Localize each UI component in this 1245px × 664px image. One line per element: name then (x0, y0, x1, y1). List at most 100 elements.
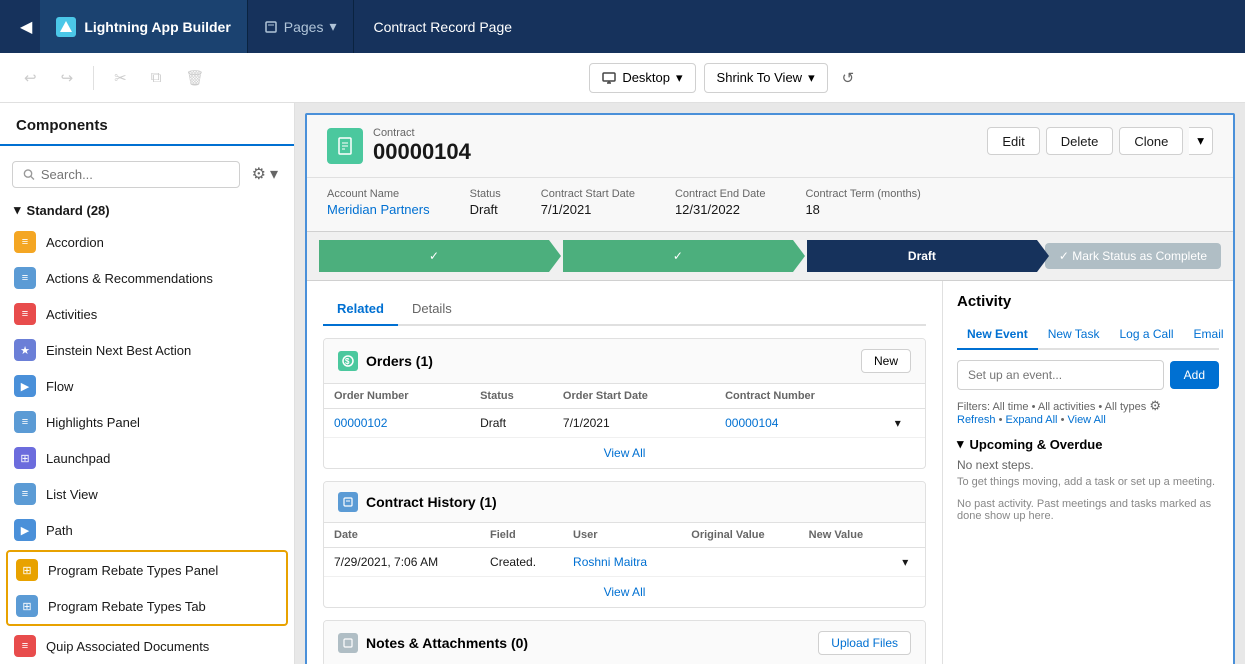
app-title: Lightning App Builder (84, 19, 230, 35)
flow-label: Flow (46, 379, 73, 394)
refresh-button[interactable]: ↺ (836, 63, 861, 93)
contract-number: 00000104 (373, 139, 471, 165)
history-row-1: 7/29/2021, 7:06 AM Created. Roshni Maitr… (324, 548, 925, 577)
orders-new-button[interactable]: New (861, 349, 911, 373)
listview-label: List View (46, 487, 98, 502)
hist-field-1: Created. (480, 548, 563, 577)
sidebar-item-flow[interactable]: ▶ Flow (0, 368, 294, 404)
orders-col-startdate: Order Start Date (553, 384, 715, 409)
notes-card: Notes & Attachments (0) Upload Files (323, 620, 926, 664)
orders-view-all[interactable]: View All (324, 438, 925, 468)
search-row: ⚙ ▾ (0, 156, 294, 192)
standard-section-header[interactable]: ▾ Standard (28) (0, 196, 294, 224)
filter-gear-icon[interactable]: ⚙ (1149, 398, 1161, 413)
einstein-label: Einstein Next Best Action (46, 343, 191, 358)
order-contract-1[interactable]: 00000104 (715, 409, 885, 438)
hist-row-actions-1[interactable]: ▾ (892, 548, 925, 577)
hist-col-field: Field (480, 523, 563, 548)
shrink-dropdown[interactable]: Shrink To View ▾ (704, 63, 828, 93)
upload-files-button[interactable]: Upload Files (818, 631, 911, 655)
launchpad-icon: ⊞ (14, 447, 36, 469)
history-view-all[interactable]: View All (324, 577, 925, 607)
contract-header: Contract 00000104 Edit Delete Clone ▾ (307, 115, 1233, 178)
desktop-dropdown[interactable]: Desktop ▾ (589, 63, 695, 93)
standard-label: Standard (28) (27, 203, 110, 218)
back-button[interactable]: ◀ (12, 9, 40, 45)
hist-user-1[interactable]: Roshni Maitra (563, 548, 681, 577)
app-builder-tab[interactable]: Lightning App Builder (40, 0, 247, 53)
copy-button[interactable]: ⧉ (143, 63, 170, 92)
filters-label: Filters: All time • All activities • All… (957, 401, 1149, 413)
sidebar-item-rebate-tab[interactable]: ⊞ Program Rebate Types Tab (8, 588, 286, 624)
view-all-link[interactable]: View All (1067, 414, 1105, 426)
sidebar-item-path[interactable]: ▶ Path (0, 512, 294, 548)
sidebar-item-rebate-panel[interactable]: ⊞ Program Rebate Types Panel (8, 552, 286, 588)
undo-button[interactable]: ↩ (16, 63, 45, 93)
sidebar-item-highlights[interactable]: ≡ Highlights Panel (0, 404, 294, 440)
status-label: Status (470, 188, 501, 200)
order-number-1[interactable]: 00000102 (324, 409, 470, 438)
path-check-1: ✓ (429, 249, 439, 263)
event-input[interactable] (957, 360, 1164, 390)
edit-button[interactable]: Edit (987, 127, 1039, 155)
refresh-link[interactable]: Refresh (957, 414, 996, 426)
path-step-2[interactable]: ✓ (563, 240, 793, 272)
filters-row: Filters: All time • All activities • All… (957, 398, 1219, 426)
contract-actions: Edit Delete Clone ▾ (987, 127, 1213, 155)
gear-button[interactable]: ⚙ ▾ (248, 160, 282, 188)
orders-table: Order Number Status Order Start Date Con… (324, 384, 925, 438)
notes-title: Notes & Attachments (0) (366, 635, 528, 651)
accordion-label: Accordion (46, 235, 104, 250)
launchpad-label: Launchpad (46, 451, 110, 466)
activity-tab-call[interactable]: Log a Call (1109, 320, 1183, 350)
activity-section: Activity New Event New Task Log a Call E… (943, 281, 1233, 664)
tab-related[interactable]: Related (323, 293, 398, 326)
mark-complete-button[interactable]: ✓ Mark Status as Complete (1045, 243, 1221, 269)
add-event-button[interactable]: Add (1170, 361, 1219, 389)
status-value: Draft (470, 202, 501, 217)
order-row-actions-1[interactable]: ▾ (885, 409, 925, 438)
desktop-chevron: ▾ (676, 70, 683, 86)
orders-col-number: Order Number (324, 384, 470, 409)
pages-tab[interactable]: Pages ▾ (248, 0, 354, 53)
expand-all-link[interactable]: Expand All (1006, 414, 1058, 426)
component-list: ▾ Standard (28) ≡ Accordion ≡ Actions & … (0, 192, 294, 664)
delete-button[interactable]: Delete (1046, 127, 1114, 155)
sidebar-item-actions[interactable]: ≡ Actions & Recommendations (0, 260, 294, 296)
pages-label: Pages (284, 19, 324, 35)
einstein-icon: ★ (14, 339, 36, 361)
sidebar-item-launchpad[interactable]: ⊞ Launchpad (0, 440, 294, 476)
clone-button[interactable]: Clone (1119, 127, 1183, 155)
hist-date-1: 7/29/2021, 7:06 AM (324, 548, 480, 577)
contract-info: Contract 00000104 (373, 127, 471, 165)
redo-button[interactable]: ↪ (53, 63, 82, 93)
sidebar-item-listview[interactable]: ≡ List View (0, 476, 294, 512)
sidebar-item-activities[interactable]: ≡ Activities (0, 296, 294, 332)
tab-details[interactable]: Details (398, 293, 466, 326)
term-label: Contract Term (months) (805, 188, 920, 200)
path-step-1[interactable]: ✓ (319, 240, 549, 272)
history-card-title: Contract History (1) (338, 492, 497, 512)
listview-icon: ≡ (14, 483, 36, 505)
account-name-value[interactable]: Meridian Partners (327, 202, 430, 217)
search-input[interactable] (41, 167, 229, 182)
actions-dropdown[interactable]: ▾ (1189, 127, 1213, 155)
activity-tab-task[interactable]: New Task (1038, 320, 1110, 350)
top-nav: ◀ Lightning App Builder Pages ▾ Contract… (0, 0, 1245, 53)
sidebar-item-quip-docs[interactable]: ≡ Quip Associated Documents (0, 628, 294, 664)
cut-button[interactable]: ✂ (106, 63, 135, 93)
upcoming-header: ▾ Upcoming & Overdue (957, 436, 1219, 452)
sidebar-item-einstein[interactable]: ★ Einstein Next Best Action (0, 332, 294, 368)
term-value: 18 (805, 202, 920, 217)
activity-tab-event[interactable]: New Event (957, 320, 1038, 350)
activities-label: Activities (46, 307, 97, 322)
history-card: Contract History (1) Date Field User Ori… (323, 481, 926, 608)
contract-icon (327, 128, 363, 164)
path-step-draft[interactable]: Draft (807, 240, 1037, 272)
sidebar-item-accordion[interactable]: ≡ Accordion (0, 224, 294, 260)
delete-button[interactable]: 🗑 (177, 63, 212, 93)
collapse-icon: ▾ (14, 202, 21, 218)
event-input-row: Add (957, 360, 1219, 390)
activity-tab-email[interactable]: Email (1184, 320, 1233, 350)
page-frame: Contract 00000104 Edit Delete Clone ▾ Ac… (305, 113, 1235, 664)
